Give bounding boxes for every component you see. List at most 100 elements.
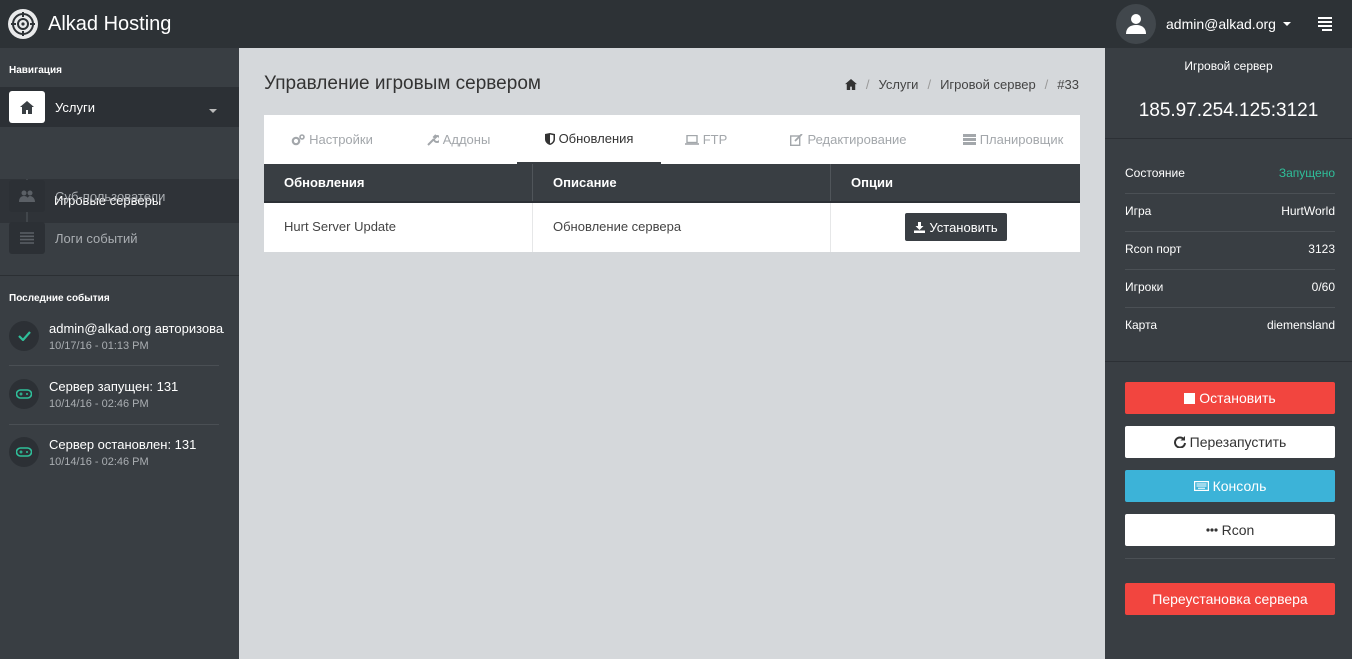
column-header: Описание bbox=[553, 175, 617, 190]
info-row-map: Карта diemensland bbox=[1125, 307, 1335, 345]
avatar bbox=[1116, 4, 1156, 44]
event-item[interactable]: admin@alkad.org авторизовался 10/17/16 -… bbox=[0, 321, 239, 379]
menu-toggle-icon[interactable] bbox=[1318, 14, 1332, 34]
user-email: admin@alkad.org bbox=[1166, 16, 1276, 32]
breadcrumb-item[interactable]: Услуги bbox=[878, 77, 918, 92]
tab-label: Редактирование bbox=[807, 132, 907, 147]
home-icon bbox=[9, 91, 45, 123]
server-panel-title: Игровой сервер bbox=[1184, 59, 1273, 73]
tab-scheduler[interactable]: Планировщик bbox=[946, 115, 1080, 164]
brand[interactable]: Alkad Hosting bbox=[8, 5, 171, 43]
rcon-button[interactable]: Rcon bbox=[1125, 514, 1335, 546]
gamepad-icon bbox=[9, 437, 39, 467]
info-row-rcon-port: Rcon порт 3123 bbox=[1125, 231, 1335, 269]
breadcrumb-separator: / bbox=[865, 77, 870, 92]
rcon-button-label: Rcon bbox=[1221, 522, 1255, 538]
tab-label: Настройки bbox=[309, 132, 373, 147]
stop-icon bbox=[1184, 392, 1196, 404]
sidebar-item-label: Услуги bbox=[55, 99, 95, 115]
ellipsis-icon bbox=[1206, 528, 1218, 532]
divider bbox=[830, 164, 831, 201]
console-button[interactable]: Консоль bbox=[1125, 470, 1335, 502]
server-icon bbox=[962, 134, 976, 145]
install-button-label: Установить bbox=[929, 219, 998, 235]
divider bbox=[532, 203, 533, 252]
info-value: diemensland bbox=[1266, 318, 1335, 332]
reinstall-button[interactable]: Переустановка сервера bbox=[1125, 583, 1335, 615]
tab-addons[interactable]: Аддоны bbox=[400, 115, 517, 164]
update-name: Hurt Server Update bbox=[284, 219, 396, 234]
status-value: Запущено bbox=[1278, 166, 1335, 180]
table-row: Hurt Server Update Обновление сервера Ус… bbox=[264, 203, 1080, 252]
info-key: Игроки bbox=[1125, 280, 1164, 294]
users-icon bbox=[9, 180, 45, 212]
info-key: Карта bbox=[1125, 318, 1158, 332]
divider bbox=[9, 424, 219, 425]
table-header: Обновления Описание Опции bbox=[264, 164, 1080, 201]
tab-label: FTP bbox=[702, 132, 728, 147]
update-description: Обновление сервера bbox=[553, 219, 682, 234]
divider bbox=[1105, 138, 1352, 139]
event-time: 10/17/16 - 01:13 PM bbox=[49, 340, 149, 352]
info-value: HurtWorld bbox=[1281, 204, 1335, 218]
divider bbox=[1125, 558, 1335, 559]
server-panel: Игровой сервер 185.97.254.125:3121 Состо… bbox=[1105, 48, 1352, 659]
sidebar-item-services[interactable]: Услуги bbox=[0, 87, 239, 127]
chevron-down-icon bbox=[209, 109, 217, 113]
event-title: Сервер запущен: 131 bbox=[49, 379, 179, 394]
info-row-status: Состояние Запущено bbox=[1125, 155, 1335, 193]
sidebar-item-label: Суб-пользователи bbox=[55, 188, 166, 204]
server-address: 185.97.254.125:3121 bbox=[1138, 100, 1319, 121]
breadcrumb-separator: / bbox=[1044, 77, 1049, 92]
page-title: Управление игровым сервером bbox=[264, 73, 541, 94]
info-row-game: Игра HurtWorld bbox=[1125, 193, 1335, 231]
event-title: admin@alkad.org авторизовался bbox=[49, 321, 224, 336]
divider bbox=[9, 365, 219, 366]
breadcrumb: / Услуги / Игровой сервер / #33 bbox=[844, 77, 1079, 92]
laptop-icon bbox=[684, 134, 699, 145]
tab-label: Аддоны bbox=[442, 132, 491, 147]
shield-icon bbox=[544, 132, 555, 145]
tab-label: Обновления bbox=[558, 131, 634, 146]
refresh-icon bbox=[1173, 436, 1186, 448]
divider bbox=[0, 275, 239, 276]
event-item[interactable]: Сервер остановлен: 131 10/14/16 - 02:46 … bbox=[0, 437, 239, 495]
wrench-icon bbox=[426, 133, 439, 146]
column-header: Обновления bbox=[284, 175, 365, 190]
stop-button-label: Остановить bbox=[1199, 390, 1276, 406]
keyboard-icon bbox=[1193, 481, 1209, 491]
reinstall-button-label: Переустановка сервера bbox=[1152, 591, 1308, 607]
home-icon[interactable] bbox=[844, 79, 857, 90]
brand-title: Alkad Hosting bbox=[48, 12, 172, 35]
column-header: Опции bbox=[851, 175, 893, 190]
info-row-players: Игроки 0/60 bbox=[1125, 269, 1335, 307]
logo-icon bbox=[8, 9, 38, 39]
event-item[interactable]: Сервер запущен: 131 10/14/16 - 02:46 PM bbox=[0, 379, 239, 437]
breadcrumb-item[interactable]: Игровой сервер bbox=[940, 77, 1036, 92]
top-bar: Alkad Hosting admin@alkad.org bbox=[0, 0, 1352, 48]
divider bbox=[830, 203, 831, 252]
gamepad-icon bbox=[9, 379, 39, 409]
breadcrumb-separator: / bbox=[927, 77, 932, 92]
check-icon bbox=[9, 321, 39, 351]
stop-button[interactable]: Остановить bbox=[1125, 382, 1335, 414]
tab-settings[interactable]: Настройки bbox=[264, 115, 400, 164]
tab-edit[interactable]: Редактирование bbox=[751, 115, 946, 164]
info-key: Игра bbox=[1125, 204, 1152, 218]
sidebar-item-label: Логи событий bbox=[55, 230, 138, 246]
edit-icon bbox=[790, 133, 804, 146]
user-menu[interactable]: admin@alkad.org bbox=[1116, 0, 1291, 48]
event-time: 10/14/16 - 02:46 PM bbox=[49, 456, 149, 468]
sidebar: Навигация Услуги Игровые серверы Суб-пол… bbox=[0, 48, 239, 659]
sidebar-item-subusers-row[interactable]: Суб-пользователи bbox=[0, 176, 239, 216]
restart-button[interactable]: Перезапустить bbox=[1125, 426, 1335, 458]
divider bbox=[1105, 361, 1352, 362]
cogs-icon bbox=[291, 133, 305, 146]
restart-button-label: Перезапустить bbox=[1189, 434, 1287, 450]
tab-ftp[interactable]: FTP bbox=[661, 115, 751, 164]
tab-updates[interactable]: Обновления bbox=[517, 115, 661, 164]
nav-heading: Навигация bbox=[9, 65, 62, 76]
events-heading: Последние события bbox=[9, 293, 110, 304]
install-button[interactable]: Установить bbox=[905, 213, 1007, 241]
sidebar-item-logs[interactable]: Логи событий bbox=[0, 218, 239, 258]
